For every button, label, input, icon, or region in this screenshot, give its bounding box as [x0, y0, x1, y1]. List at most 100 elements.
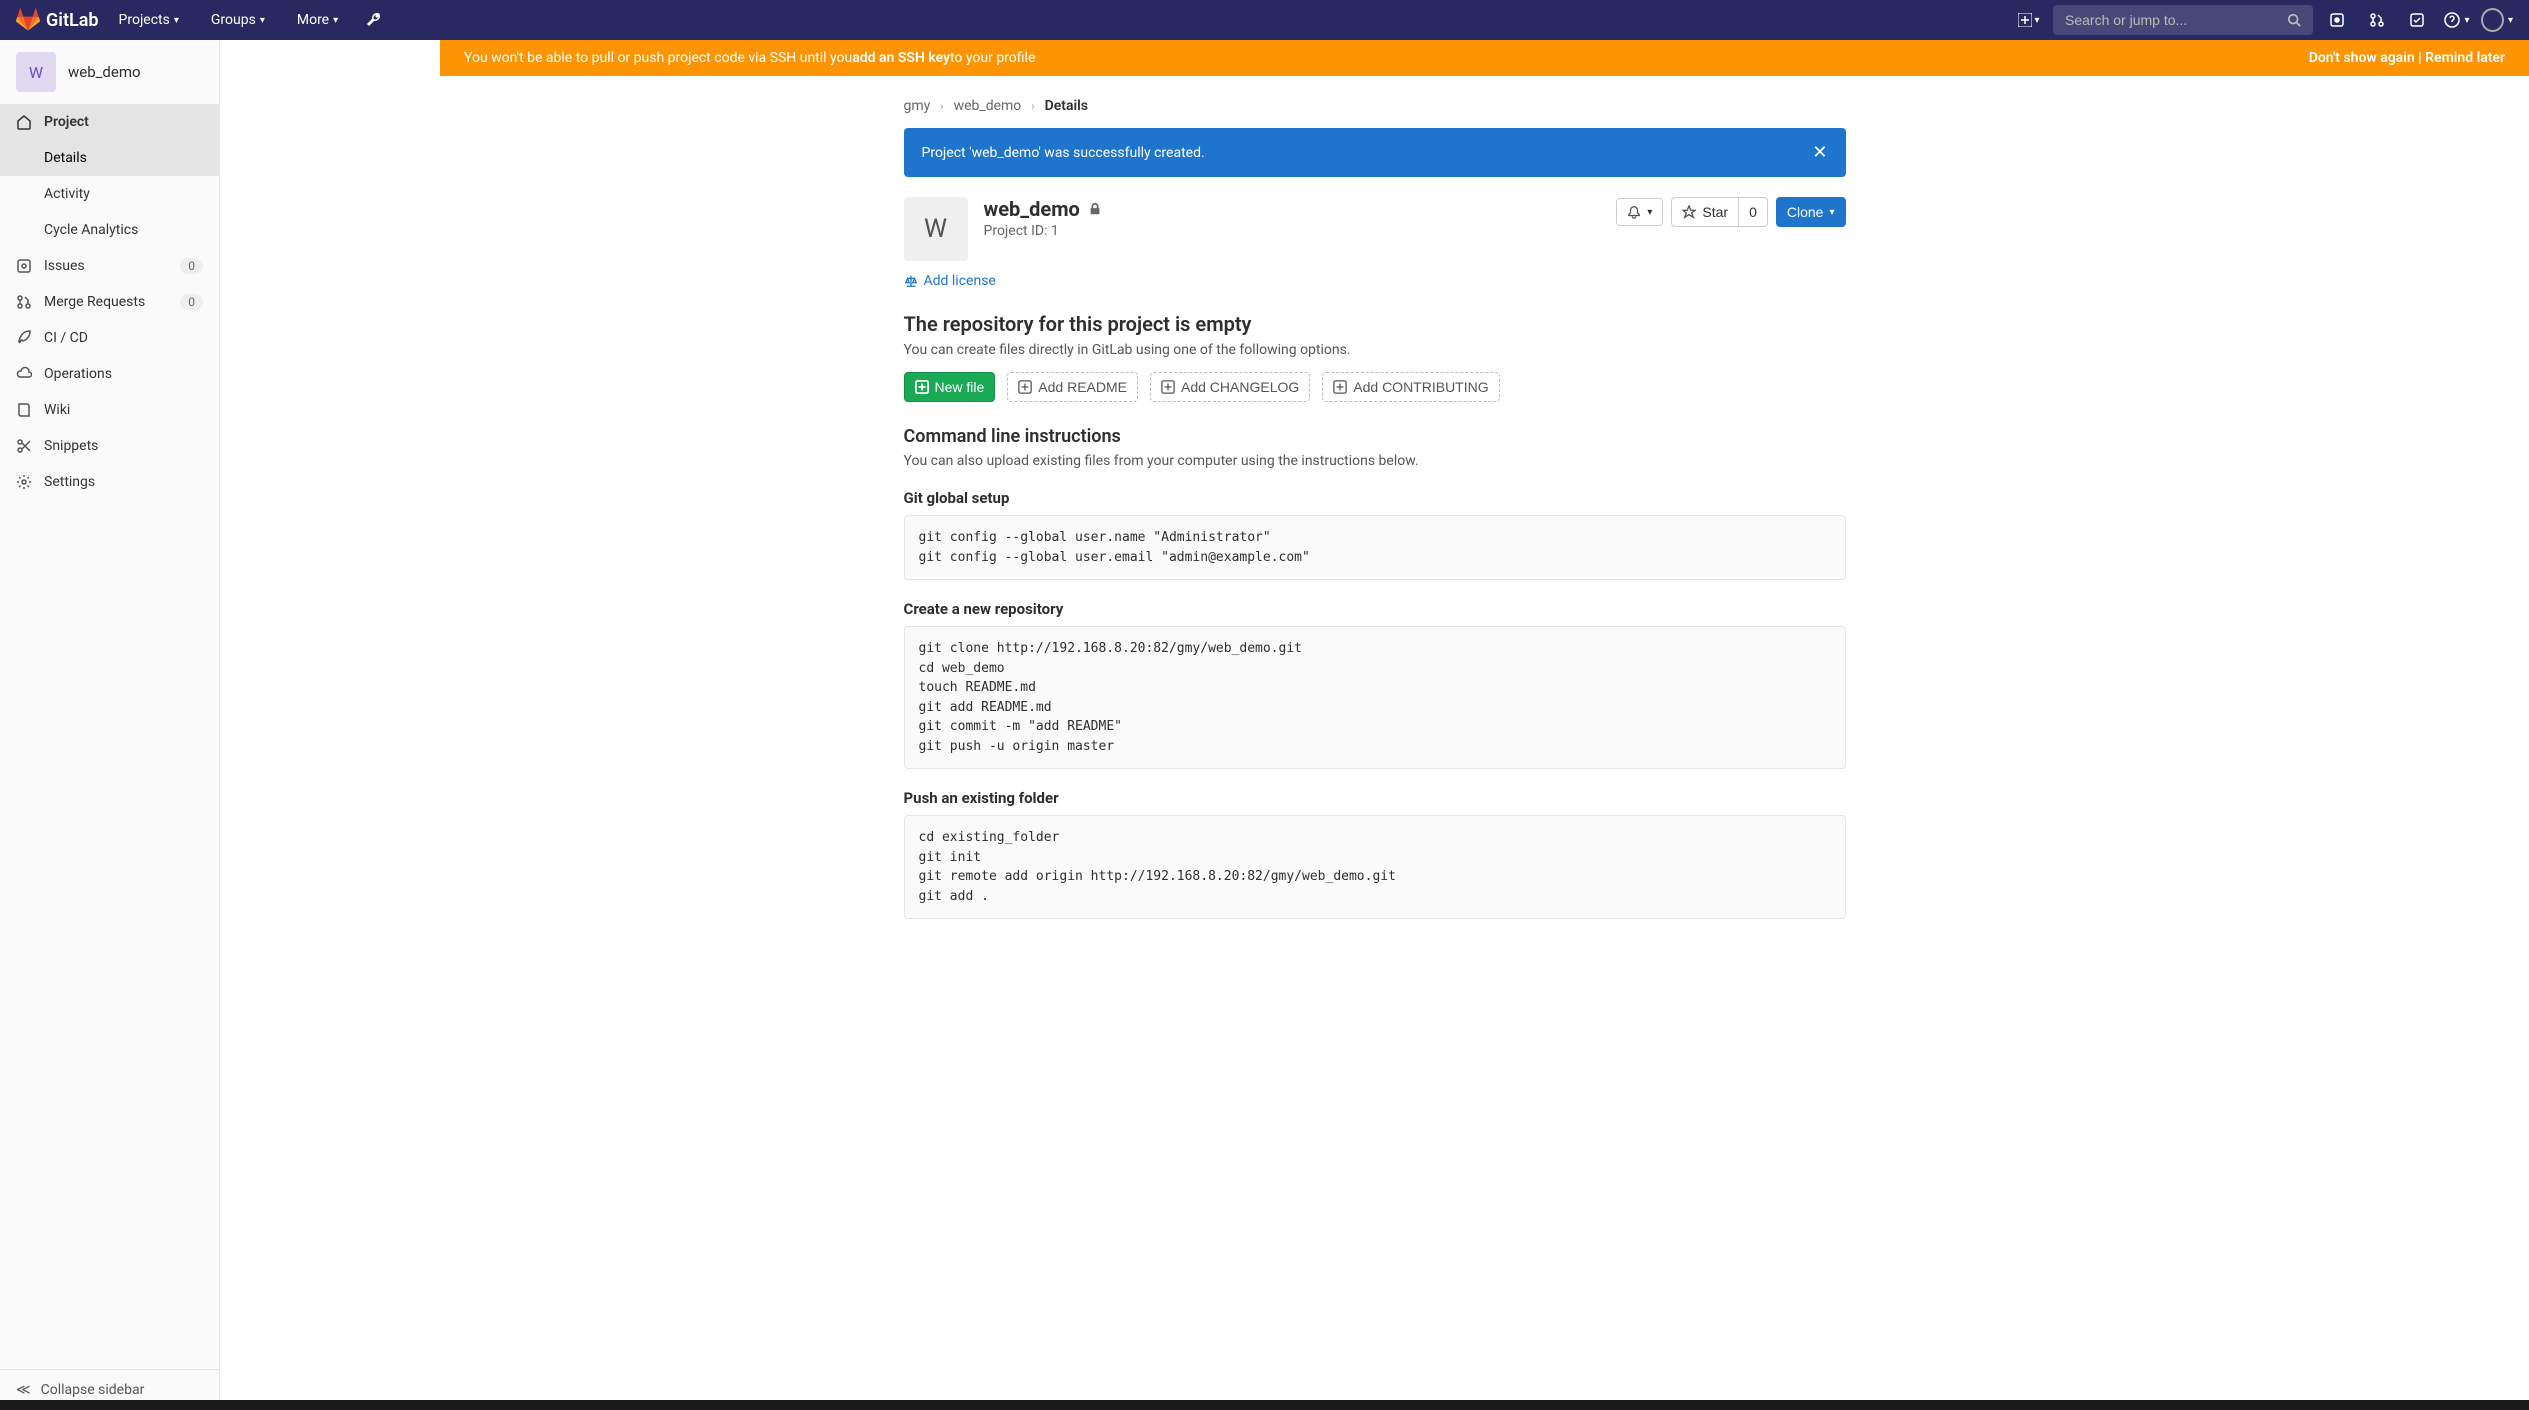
sidebar-nav: Project Details Activity Cycle Analytics…	[0, 104, 219, 1369]
nav-groups[interactable]: Groups ▾	[199, 0, 277, 40]
gitlab-logo[interactable]: GitLab	[16, 8, 99, 32]
chevron-down-icon: ▾	[2464, 15, 2469, 26]
chevron-down-icon: ▾	[2508, 15, 2513, 26]
project-avatar-small: W	[16, 52, 56, 92]
empty-repo-desc: You can create files directly in GitLab …	[904, 342, 1846, 358]
admin-wrench-icon[interactable]	[358, 4, 390, 36]
add-license-link[interactable]: Add license	[904, 273, 996, 289]
sidebar-item-snippets[interactable]: Snippets	[0, 428, 219, 464]
add-readme-button[interactable]: Add README	[1007, 372, 1138, 402]
brand-text: GitLab	[46, 10, 99, 31]
sidebar-item-label: Project	[44, 114, 89, 130]
sidebar-item-details[interactable]: Details	[0, 140, 219, 176]
create-new-repo-heading: Create a new repository	[904, 600, 1846, 618]
lock-icon	[1088, 202, 1102, 216]
plus-box-icon	[915, 380, 929, 394]
dont-show-again-link[interactable]: Don't show again	[2309, 50, 2415, 66]
push-existing-heading: Push an existing folder	[904, 789, 1846, 807]
os-taskbar[interactable]	[0, 1400, 2529, 1410]
star-button[interactable]: Star	[1671, 197, 1739, 227]
sidebar-item-issues[interactable]: Issues 0	[0, 248, 219, 284]
add-readme-label: Add README	[1038, 379, 1127, 395]
bell-icon	[1627, 205, 1641, 219]
add-contributing-button[interactable]: Add CONTRIBUTING	[1322, 372, 1499, 402]
nav-projects-label: Projects	[119, 12, 170, 28]
new-file-button[interactable]: New file	[904, 372, 996, 402]
sidebar-item-operations[interactable]: Operations	[0, 356, 219, 392]
main: You won't be able to pull or push projec…	[220, 40, 2529, 987]
project-title-block: web_demo Project ID: 1	[984, 197, 1102, 239]
sidebar-header[interactable]: W web_demo	[0, 40, 219, 104]
plus-dropdown[interactable]: ▾	[2013, 4, 2045, 36]
todos-icon[interactable]	[2401, 4, 2433, 36]
breadcrumb-sep: ›	[940, 100, 943, 113]
git-global-setup-code[interactable]: git config --global user.name "Administr…	[904, 515, 1846, 580]
sidebar-item-label: CI / CD	[44, 330, 88, 346]
sidebar-item-label: Details	[44, 150, 87, 166]
rocket-icon	[16, 330, 32, 346]
collapse-label: Collapse sidebar	[41, 1382, 145, 1398]
gear-icon	[16, 474, 32, 490]
sidebar-item-label: Settings	[44, 474, 95, 490]
nav-more[interactable]: More ▾	[285, 0, 350, 40]
add-ssh-key-link[interactable]: add an SSH key	[852, 50, 950, 66]
success-alert: Project 'web_demo' was successfully crea…	[904, 128, 1846, 177]
create-new-repo-code[interactable]: git clone http://192.168.8.20:82/gmy/web…	[904, 626, 1846, 769]
chevron-down-icon: ▾	[333, 15, 338, 26]
scissors-icon	[16, 438, 32, 454]
sidebar-item-label: Snippets	[44, 438, 98, 454]
nav-projects[interactable]: Projects ▾	[107, 0, 191, 40]
ssh-banner-suffix: to your profile	[950, 50, 1035, 66]
sidebar-item-label: Issues	[44, 258, 85, 274]
new-file-label: New file	[935, 379, 985, 395]
nav-more-label: More	[297, 12, 329, 28]
notification-dropdown[interactable]: ▾	[1616, 198, 1663, 226]
chevron-down-icon: ▾	[1829, 207, 1834, 218]
file-buttons: New file Add README Add CHANGELOG Add CO…	[904, 372, 1846, 402]
issues-shortcut-icon[interactable]	[2321, 4, 2353, 36]
sidebar-item-project[interactable]: Project	[0, 104, 219, 140]
star-icon	[1682, 205, 1696, 219]
avatar-icon	[2481, 8, 2504, 32]
sidebar-item-wiki[interactable]: Wiki	[0, 392, 219, 428]
cli-heading: Command line instructions	[904, 426, 1846, 447]
sidebar-item-activity[interactable]: Activity	[0, 176, 219, 212]
project-header: W web_demo Project ID: 1 ▾	[904, 197, 1846, 261]
user-menu[interactable]: ▾	[2481, 4, 2513, 36]
top-navbar: GitLab Projects ▾ Groups ▾ More ▾ ▾	[0, 0, 2529, 40]
plus-box-icon	[1333, 380, 1347, 394]
chevron-down-icon: ▾	[1647, 207, 1652, 218]
search-input[interactable]	[2065, 12, 2285, 28]
sidebar-item-label: Operations	[44, 366, 112, 382]
add-changelog-button[interactable]: Add CHANGELOG	[1150, 372, 1310, 402]
ssh-banner-actions: Don't show again | Remind later	[2309, 50, 2505, 66]
search-box[interactable]	[2053, 5, 2313, 35]
sidebar-item-merge-requests[interactable]: Merge Requests 0	[0, 284, 219, 320]
add-license-row: Add license	[904, 273, 1846, 292]
remind-later-link[interactable]: Remind later	[2425, 50, 2505, 66]
search-icon	[2287, 13, 2301, 27]
breadcrumb-project[interactable]: web_demo	[954, 98, 1022, 114]
sidebar-item-cycle-analytics[interactable]: Cycle Analytics	[0, 212, 219, 248]
sidebar-item-label: Merge Requests	[44, 294, 145, 310]
push-existing-code[interactable]: cd existing_folder git init git remote a…	[904, 815, 1846, 919]
navbar-right: ▾ ▾ ▾	[2013, 4, 2513, 36]
project-actions: ▾ Star 0 Clone ▾	[1616, 197, 1845, 227]
sidebar-item-settings[interactable]: Settings	[0, 464, 219, 500]
issues-icon	[16, 258, 32, 274]
clone-label: Clone	[1787, 204, 1824, 220]
star-button-group: Star 0	[1671, 197, 1767, 227]
help-icon[interactable]: ▾	[2441, 4, 2473, 36]
merge-request-shortcut-icon[interactable]	[2361, 4, 2393, 36]
star-count[interactable]: 0	[1739, 197, 1768, 227]
home-icon	[16, 114, 32, 130]
breadcrumb-sep: ›	[1031, 100, 1034, 113]
clone-button[interactable]: Clone ▾	[1776, 197, 1846, 227]
chevron-down-icon: ▾	[174, 15, 179, 26]
sidebar-item-cicd[interactable]: CI / CD	[0, 320, 219, 356]
breadcrumb-owner[interactable]: gmy	[904, 98, 931, 114]
git-global-setup-heading: Git global setup	[904, 489, 1846, 507]
scale-icon	[904, 274, 918, 288]
close-icon[interactable]: ✕	[1812, 142, 1827, 163]
breadcrumb-current: Details	[1045, 98, 1088, 114]
